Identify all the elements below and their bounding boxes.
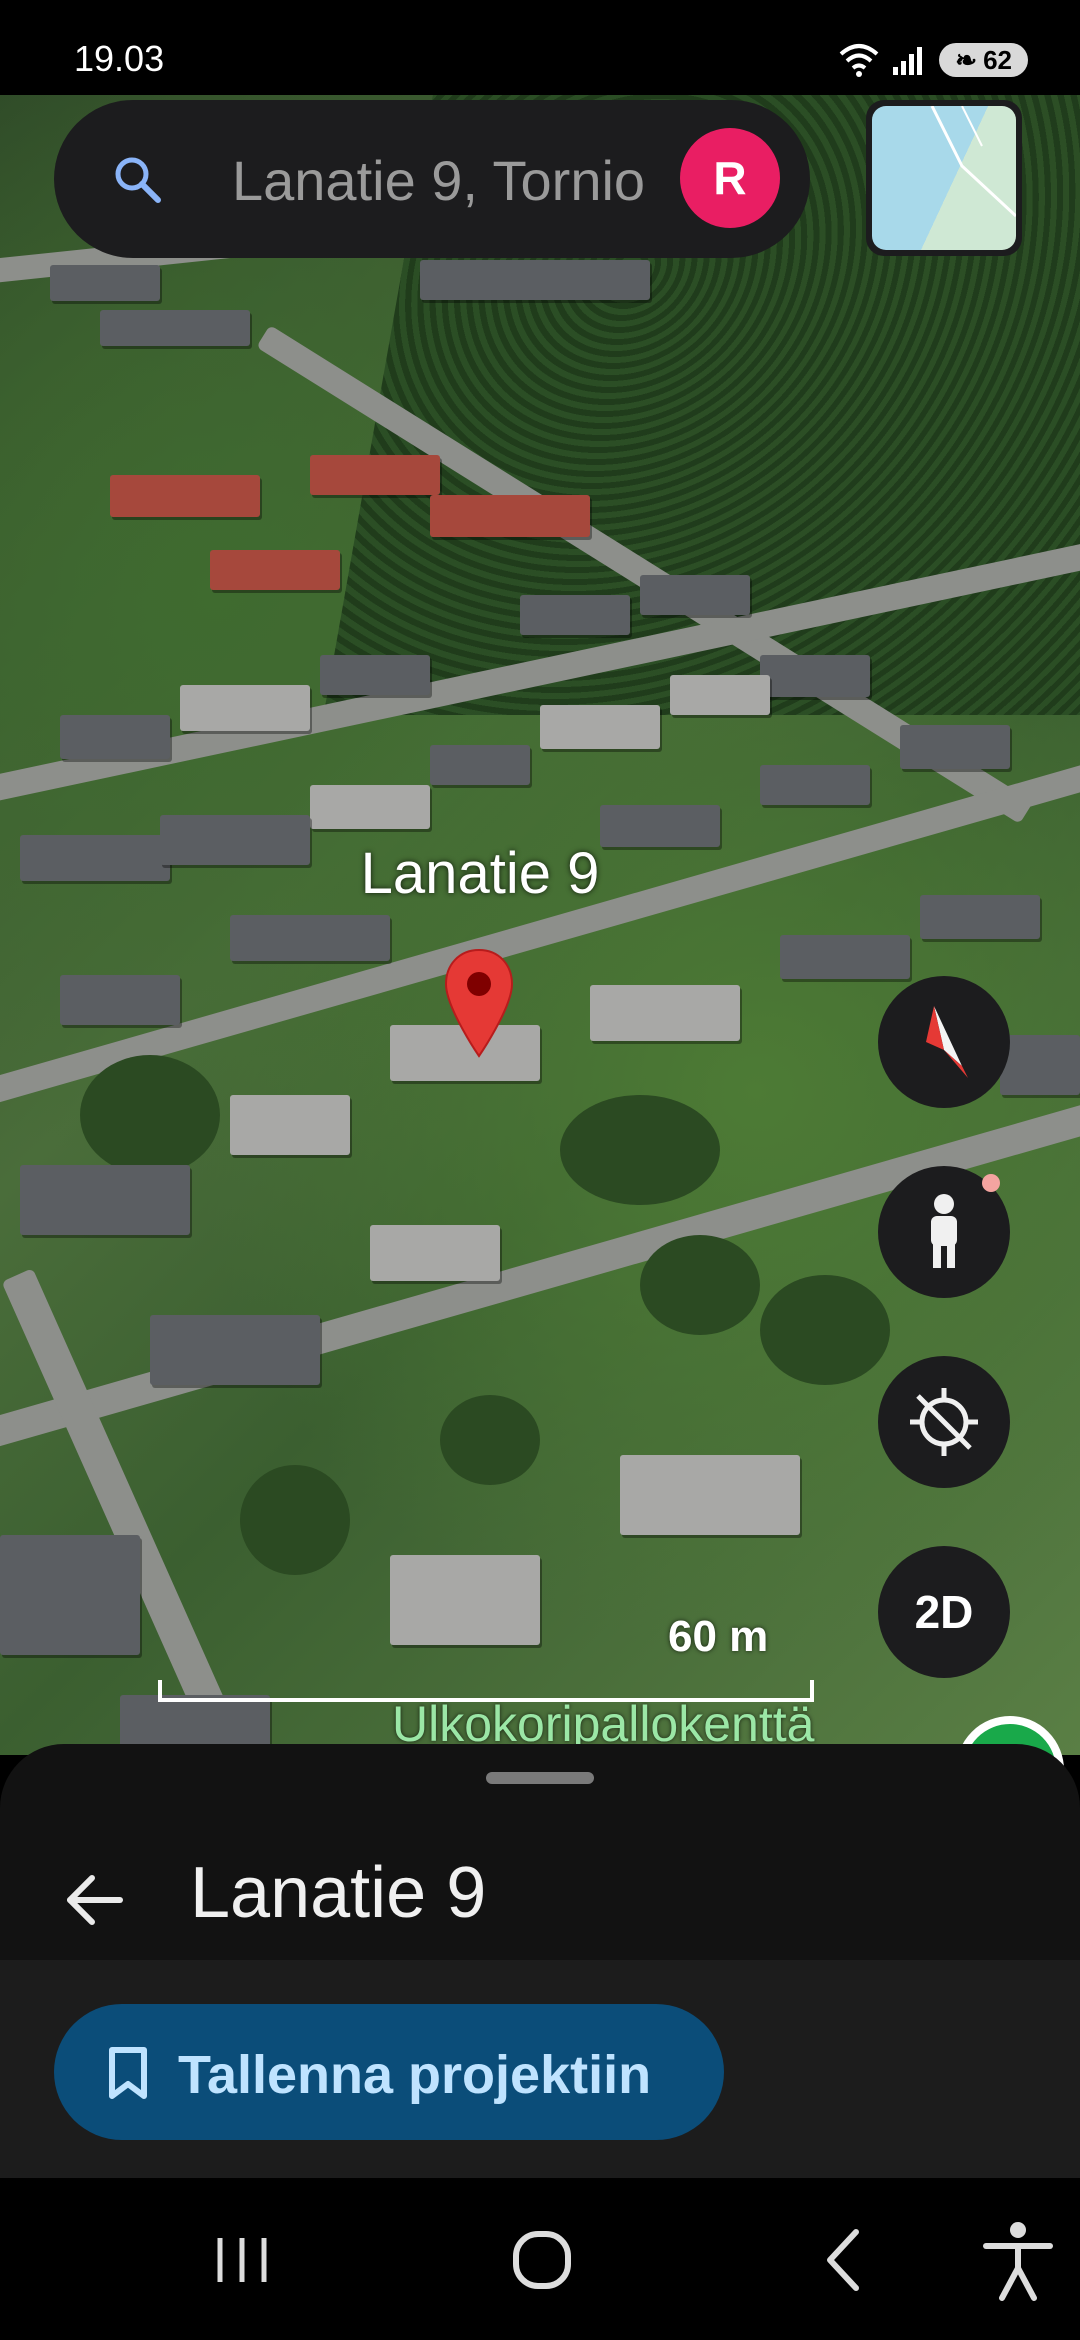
pin-label: Lanatie 9: [360, 841, 600, 906]
map-layer-button[interactable]: [866, 100, 1022, 256]
view-mode-2d-button[interactable]: 2D: [878, 1546, 1010, 1678]
system-nav-bar: [0, 2178, 1080, 2340]
recents-icon[interactable]: [196, 2214, 288, 2306]
house: [780, 935, 910, 979]
house: [370, 1225, 500, 1281]
status-time: 19.03: [74, 38, 165, 79]
house: [110, 475, 260, 517]
map-thumbnail-roads: [930, 106, 1016, 218]
search-bar[interactable]: Lanatie 9, Tornio R: [54, 100, 810, 258]
house: [430, 495, 590, 537]
pegman-icon: [931, 1194, 957, 1268]
nav-back-icon[interactable]: [800, 2214, 892, 2306]
bottom-sheet: Lanatie 9 Tallenna projektiin: [0, 1744, 1080, 2178]
house: [320, 655, 430, 695]
back-arrow-icon[interactable]: [62, 1868, 126, 1932]
house: [20, 1165, 190, 1235]
house: [760, 765, 870, 805]
my-location-button[interactable]: [878, 1356, 1010, 1488]
battery-saver-icon: ❧: [955, 45, 978, 75]
save-to-project-button[interactable]: Tallenna projektiin: [54, 2004, 724, 2140]
tree: [80, 1055, 220, 1175]
status-icons: ❧ 62: [839, 40, 1028, 80]
tree: [440, 1395, 540, 1485]
house: [430, 745, 530, 785]
home-icon[interactable]: [496, 2214, 588, 2306]
house: [540, 705, 660, 749]
house: [180, 685, 310, 731]
street-view-button[interactable]: [878, 1166, 1010, 1298]
wifi-icon: [839, 44, 879, 77]
house: [900, 725, 1010, 769]
house: [520, 595, 630, 635]
house: [50, 265, 160, 301]
battery-indicator: ❧ 62: [939, 43, 1028, 77]
tree: [240, 1465, 350, 1575]
house: [0, 1535, 140, 1655]
house: [230, 1095, 350, 1155]
my-location-icon: [910, 1388, 978, 1456]
house: [310, 455, 440, 495]
house: [150, 1315, 320, 1385]
tree: [640, 1235, 760, 1335]
sheet-drag-handle[interactable]: [486, 1772, 594, 1784]
battery-level: 62: [983, 45, 1012, 75]
save-to-project-label: Tallenna projektiin: [178, 2045, 652, 2105]
signal-icon: [893, 47, 923, 75]
account-avatar[interactable]: R: [680, 128, 780, 228]
tree: [560, 1095, 720, 1205]
house: [1000, 1035, 1080, 1095]
tree: [760, 1275, 890, 1385]
place-title: Lanatie 9: [190, 1853, 487, 1933]
house: [670, 675, 770, 715]
scale-label: 60 m: [668, 1612, 769, 1661]
house: [620, 1455, 800, 1535]
house: [210, 550, 340, 590]
search-query[interactable]: Lanatie 9, Tornio: [232, 148, 692, 213]
accessibility-icon[interactable]: [972, 2214, 1064, 2306]
satellite-map[interactable]: [0, 95, 1080, 1755]
scale-bar: [158, 1680, 814, 1702]
house: [590, 985, 740, 1041]
compass-button[interactable]: [878, 976, 1010, 1108]
sheet-actions: Tallenna projektiin: [0, 1960, 1080, 2178]
house: [60, 975, 180, 1025]
search-icon: [115, 157, 161, 203]
house: [310, 785, 430, 829]
house: [760, 655, 870, 697]
house: [420, 260, 650, 300]
house: [390, 1555, 540, 1645]
house: [230, 915, 390, 961]
compass-icon: [926, 1006, 968, 1078]
house: [100, 310, 250, 346]
status-bar: 19.03 ❧ 62: [0, 0, 1080, 95]
location-pin-icon[interactable]: [442, 948, 516, 1058]
house: [60, 715, 170, 759]
notification-dot: [982, 1174, 1000, 1192]
house: [640, 575, 750, 615]
map-layer-thumbnail: [872, 106, 1016, 250]
bookmark-icon: [109, 2047, 147, 2099]
